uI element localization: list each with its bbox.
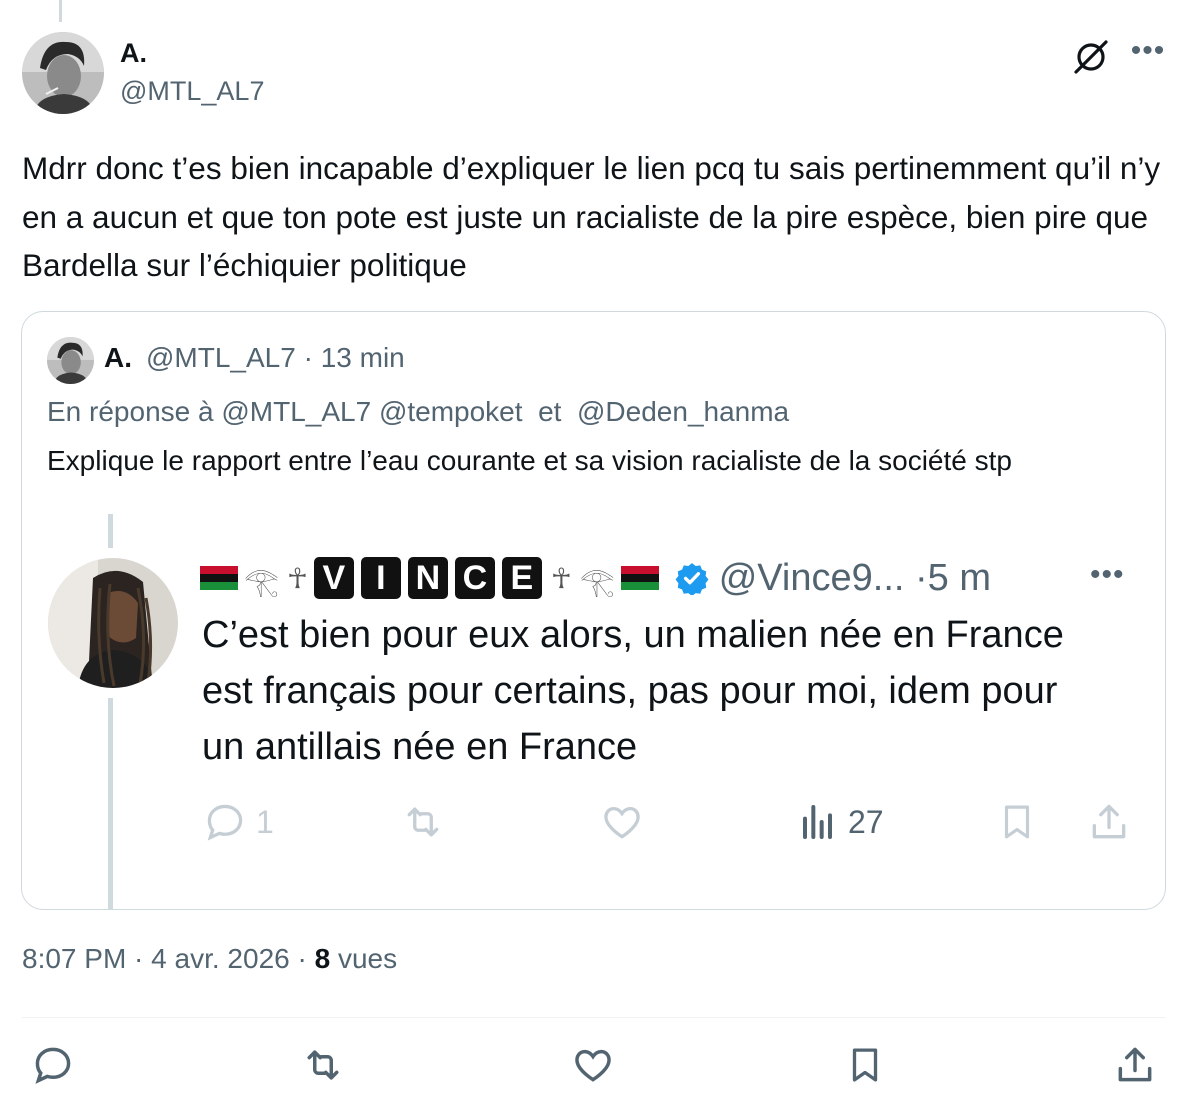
name-letter: N [407, 557, 448, 599]
tweet-text: Mdrr donc t’es bien incapable d’explique… [22, 150, 1161, 283]
ankh-icon: ☥ [286, 562, 308, 594]
author-name[interactable]: A. [120, 38, 147, 69]
reply-count: 1 [256, 803, 274, 840]
grok-icon[interactable] [1070, 36, 1112, 78]
quoted-author-name: A. [104, 342, 132, 373]
flag-icon [200, 566, 238, 590]
retweet-button[interactable] [298, 1040, 348, 1090]
bookmark-icon [1004, 805, 1030, 839]
analytics-icon [803, 805, 832, 839]
reply-icon [207, 804, 243, 841]
bookmark-button[interactable] [840, 1040, 890, 1090]
more-icon[interactable]: ••• [1128, 36, 1168, 76]
quoted-tweet-text: Explique le rapport entre l’eau courante… [47, 445, 1012, 476]
inner-like [598, 800, 646, 844]
eye-of-horus-icon: 𓂀 [579, 566, 615, 597]
quoted-author-handle-time: @MTL_AL7 · 13 min [146, 342, 405, 373]
share-icon [1092, 804, 1126, 839]
inner-share [1086, 800, 1132, 844]
verified-badge-icon [675, 561, 709, 596]
views-number: 8 [314, 943, 331, 974]
heart-icon [604, 806, 640, 839]
inner-reply: 1 [202, 800, 274, 844]
ankh-icon: ☥ [550, 562, 572, 594]
inner-author-name: 𓂀 ☥ V I N C E ☥ 𓂀 [200, 555, 659, 601]
flag-icon [620, 566, 659, 590]
author-avatar[interactable] [22, 32, 104, 114]
timestamp[interactable]: 8:07 PM · 4 avr. 2026 · [22, 943, 315, 974]
reply-button[interactable] [28, 1040, 78, 1090]
reply-icon [35, 1047, 71, 1084]
tweet-meta: 8:07 PM · 4 avr. 2026 · 8 vues [22, 943, 397, 975]
views-count: 27 [848, 803, 884, 840]
share-button[interactable] [1110, 1040, 1160, 1090]
name-letter: I [360, 557, 401, 599]
inner-tweet-header: 𓂀 ☥ V I N C E ☥ 𓂀 @Vince9... ·5 m [200, 552, 991, 604]
inner-more-icon: ••• [1090, 558, 1125, 591]
inner-thread-line [108, 698, 113, 910]
share-icon [1118, 1047, 1152, 1082]
reply-context: En réponse à @MTL_AL7 @tempoket et @Dede… [47, 396, 790, 427]
thread-connector-line [59, 0, 62, 22]
divider [22, 1017, 1166, 1018]
inner-bookmark [996, 800, 1038, 844]
views-label: vues [330, 943, 398, 974]
retweet-icon [407, 807, 439, 837]
inner-action-bar: 1 27 [200, 796, 1150, 852]
retweet-icon [307, 1050, 339, 1080]
portrait-avatar-icon [47, 337, 94, 384]
action-bar [0, 1040, 1200, 1090]
name-letter: E [501, 557, 542, 599]
quoted-author-avatar [47, 337, 94, 384]
author-handle[interactable]: @MTL_AL7 [120, 76, 264, 107]
name-letter: V [313, 557, 354, 599]
heart-icon [575, 1049, 611, 1082]
eye-of-horus-icon: 𓂀 [244, 566, 279, 597]
inner-tweet-text: C’est bien pour eux alors, un malien née… [202, 614, 1064, 768]
inner-views: 27 [800, 800, 884, 844]
name-letter: C [454, 557, 495, 599]
portrait-avatar-icon [22, 32, 104, 114]
like-button[interactable] [568, 1040, 618, 1090]
inner-retweet [398, 800, 448, 844]
inner-author-handle-time: @Vince9... ·5 m [718, 556, 991, 599]
inner-author-avatar [48, 558, 178, 688]
inner-thread-line [108, 514, 113, 548]
bookmark-icon [852, 1048, 878, 1082]
